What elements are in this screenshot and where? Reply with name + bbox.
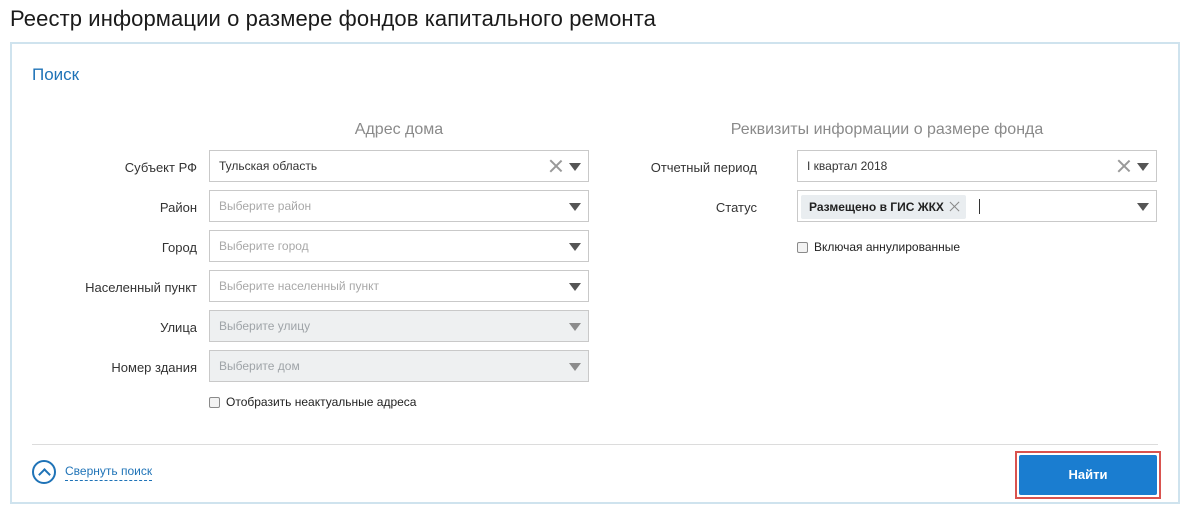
clear-icon[interactable] (549, 159, 563, 173)
page-title: Реестр информации о размере фондов капит… (10, 6, 656, 31)
street-placeholder: Выберите улицу (219, 319, 311, 333)
period-value: I квартал 2018 (807, 159, 888, 173)
chevron-down-icon[interactable] (569, 243, 581, 251)
subject-label: Субъект РФ (124, 160, 197, 175)
settlement-label: Населенный пункт (85, 280, 197, 295)
collapse-search-label[interactable]: Свернуть поиск (65, 464, 153, 481)
street-select: Выберите улицу (209, 310, 589, 342)
search-panel: Поиск Адрес дома Субъект РФ Тульская обл… (10, 42, 1180, 504)
address-section-heading: Адрес дома (354, 121, 444, 138)
show-obsolete-checkbox[interactable]: Отобразить неактуальные адреса (209, 395, 416, 409)
building-select: Выберите дом (209, 350, 589, 382)
footer-divider (32, 444, 1158, 445)
city-select[interactable]: Выберите город (209, 230, 589, 262)
status-tag: Размещено в ГИС ЖКХ (801, 195, 966, 219)
period-label: Отчетный период (650, 160, 757, 175)
building-placeholder: Выберите дом (219, 359, 300, 373)
street-label: Улица (160, 320, 197, 335)
chevron-down-icon[interactable] (1137, 163, 1149, 171)
subject-select[interactable]: Тульская область (209, 150, 589, 182)
building-label: Номер здания (111, 360, 197, 375)
chevron-down-icon (569, 323, 581, 331)
subject-value: Тульская область (219, 159, 318, 173)
chevron-down-icon (569, 363, 581, 371)
city-placeholder: Выберите город (219, 239, 309, 253)
city-label: Город (161, 240, 197, 255)
fund-section-heading: Реквизиты информации о размере фонда (730, 121, 1044, 138)
find-button[interactable]: Найти (1019, 455, 1157, 495)
text-cursor (979, 199, 980, 214)
show-obsolete-label: Отобразить неактуальные адреса (226, 395, 417, 409)
clear-icon[interactable] (1117, 159, 1131, 173)
district-placeholder: Выберите район (219, 199, 312, 213)
district-label: Район (159, 200, 197, 215)
include-cancelled-checkbox[interactable]: Включая аннулированные (797, 240, 960, 254)
search-panel-title: Поиск (32, 65, 80, 84)
chevron-down-icon[interactable] (569, 283, 581, 291)
checkbox-box[interactable] (209, 396, 220, 408)
status-select[interactable]: Размещено в ГИС ЖКХ (797, 190, 1157, 222)
settlement-select[interactable]: Выберите населенный пункт (209, 270, 589, 302)
collapse-search-link[interactable]: Свернуть поиск (32, 460, 153, 484)
remove-tag-icon[interactable] (949, 201, 960, 212)
district-select[interactable]: Выберите район (209, 190, 589, 222)
include-cancelled-label: Включая аннулированные (814, 240, 961, 254)
status-label: Статус (715, 200, 757, 215)
checkbox-box[interactable] (797, 241, 808, 253)
status-tag-label: Размещено в ГИС ЖКХ (809, 200, 944, 214)
period-select[interactable]: I квартал 2018 (797, 150, 1157, 182)
chevron-down-icon[interactable] (1137, 203, 1149, 211)
chevron-up-circle-icon[interactable] (32, 460, 56, 484)
settlement-placeholder: Выберите населенный пункт (219, 279, 379, 293)
